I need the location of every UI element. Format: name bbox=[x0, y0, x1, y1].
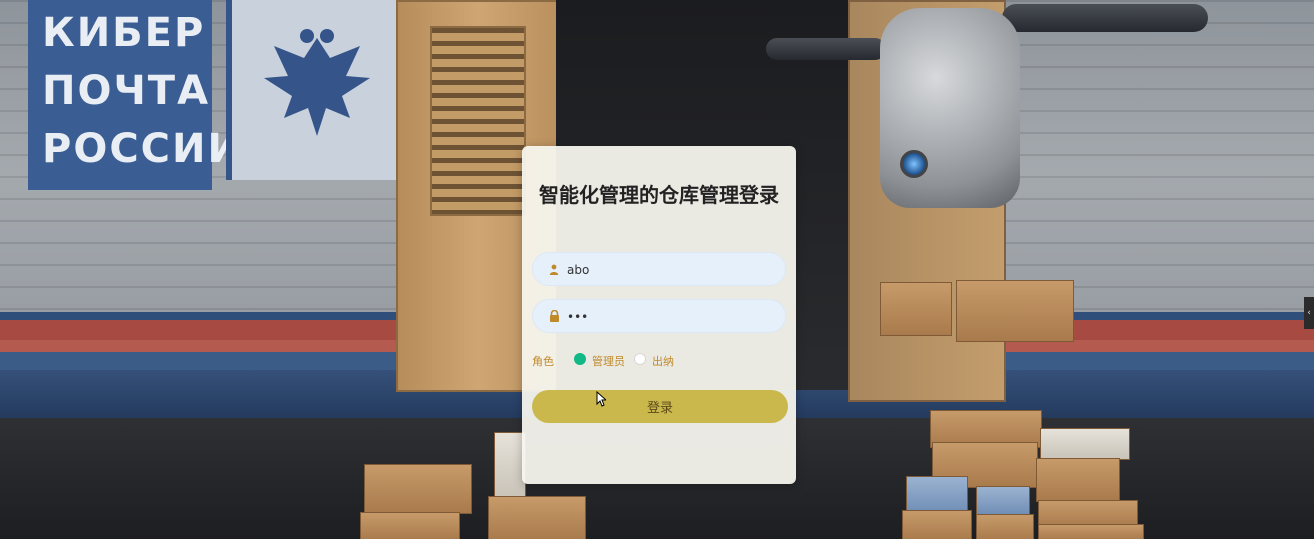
role-option-label[interactable]: 出纳 bbox=[652, 353, 674, 369]
mouse-cursor-icon bbox=[596, 391, 606, 407]
parcel-box bbox=[902, 510, 972, 539]
parcel-bag bbox=[1040, 428, 1130, 460]
eagle-emblem-icon bbox=[264, 29, 370, 136]
role-option-label[interactable]: 管理员 bbox=[592, 353, 625, 369]
lock-icon bbox=[547, 309, 561, 323]
role-label: 角色 bbox=[532, 355, 554, 368]
parcel-box bbox=[360, 512, 460, 539]
parcel-box bbox=[1038, 524, 1144, 539]
login-button[interactable]: 登录 bbox=[532, 390, 788, 423]
role-radio-cashier[interactable] bbox=[634, 353, 646, 365]
parcel-box bbox=[488, 496, 586, 539]
parcel-box bbox=[1036, 458, 1120, 502]
post-logo-text: КИБЕР ПОЧТА РОССИИ bbox=[42, 4, 243, 178]
login-title: 智能化管理的仓库管理登录 bbox=[539, 183, 779, 207]
user-icon bbox=[547, 262, 561, 276]
drone-rotor bbox=[1002, 4, 1208, 32]
password-field[interactable] bbox=[532, 299, 786, 334]
drone-eye bbox=[900, 150, 928, 178]
role-radio-admin[interactable] bbox=[574, 353, 586, 365]
login-card: 智能化管理的仓库管理登录 角色 管理员 出纳 登录 bbox=[522, 146, 796, 484]
drone-rotor bbox=[766, 38, 886, 60]
logo-line: ПОЧТА bbox=[42, 68, 211, 114]
parcel-box bbox=[906, 476, 968, 514]
username-field[interactable] bbox=[532, 252, 786, 287]
parcel-box bbox=[364, 464, 472, 514]
parcel-box bbox=[976, 486, 1030, 516]
drone-robot bbox=[880, 8, 1020, 208]
parcel-box bbox=[956, 280, 1074, 342]
logo-line: РОССИИ bbox=[42, 126, 243, 172]
password-input[interactable] bbox=[565, 300, 779, 334]
role-selector: 角色 管理员 出纳 bbox=[532, 351, 786, 369]
username-input[interactable] bbox=[565, 253, 779, 287]
parcel-box bbox=[880, 282, 952, 336]
logo-line: КИБЕР bbox=[42, 10, 206, 56]
parcel-box bbox=[976, 514, 1034, 539]
side-toggle-tab[interactable]: ‹ bbox=[1304, 297, 1314, 329]
door-vent bbox=[430, 26, 526, 216]
